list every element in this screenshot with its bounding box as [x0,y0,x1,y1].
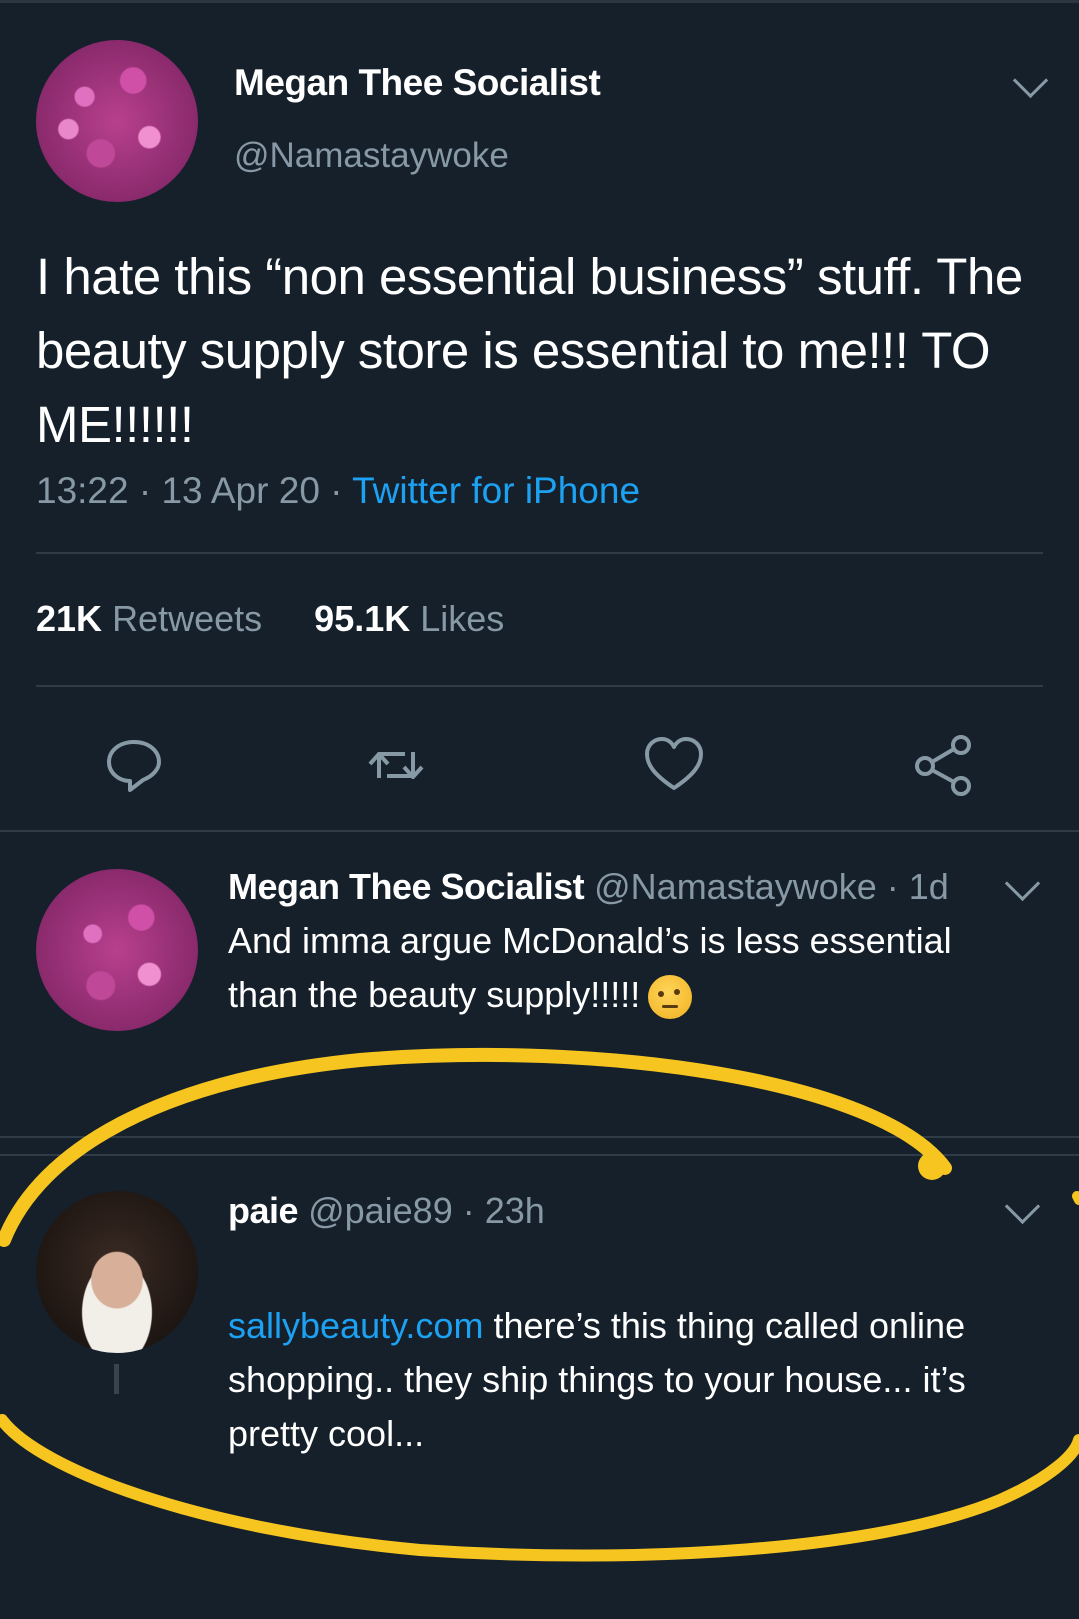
tweet-text: I hate this “non essential business” stu… [36,248,1023,453]
chevron-down-icon[interactable] [1004,865,1041,902]
reply-body: And imma argue McDonald’s is less essent… [228,920,952,1015]
reply-header: Megan Thee Socialist @Namastaywoke · 1d [228,866,949,908]
tweet-source-link[interactable]: Twitter for iPhone [352,470,640,511]
heart-icon[interactable] [643,734,705,796]
author-handle[interactable]: @Namastaywoke [234,136,509,176]
chevron-down-icon[interactable] [1012,62,1049,99]
reply-age: · 1d [886,866,949,907]
likes-count[interactable]: 95.1K [314,598,410,639]
reply-author-handle[interactable]: @Namastaywoke [594,866,877,907]
retweets-label[interactable]: Retweets [112,598,262,639]
share-icon[interactable] [913,734,975,796]
divider [0,1136,1079,1138]
reply-text: sallybeauty.com there’s this thing calle… [228,1299,1043,1461]
chevron-down-icon[interactable] [1004,1188,1041,1225]
tweet-meta: 13:22 · 13 Apr 20 · Twitter for iPhone [36,470,640,512]
divider [0,830,1079,832]
meta-separator: · [330,470,343,511]
retweets-count[interactable]: 21K [36,598,102,639]
author-name[interactable]: Megan Thee Socialist [234,62,601,104]
tweet-date: 13 Apr 20 [161,470,320,511]
thread-line [114,1364,119,1394]
reply-link[interactable]: sallybeauty.com [228,1305,483,1346]
reply-avatar[interactable] [36,869,198,1031]
reply-text: And imma argue McDonald’s is less essent… [228,914,1018,1022]
reply-avatar[interactable] [36,1191,198,1353]
top-divider [0,0,1079,3]
tweet-stats: 21K Retweets 95.1K Likes [36,598,504,640]
reply-header: paie @paie89 · 23h [228,1190,545,1232]
divider [36,685,1043,687]
reply-age: · 23h [462,1190,545,1231]
reply-author-handle[interactable]: @paie89 [308,1190,453,1231]
likes-label[interactable]: Likes [420,598,504,639]
divider [0,1154,1079,1156]
reply-icon[interactable] [103,734,165,796]
divider [36,552,1043,554]
reply-author-name[interactable]: Megan Thee Socialist [228,866,585,907]
raised-eyebrow-emoji-icon [648,975,693,1020]
tweet-time: 13:22 [36,470,129,511]
reply-author-name[interactable]: paie [228,1190,299,1231]
author-avatar[interactable] [36,40,198,202]
retweet-icon[interactable] [365,734,427,796]
meta-separator: · [138,470,152,511]
